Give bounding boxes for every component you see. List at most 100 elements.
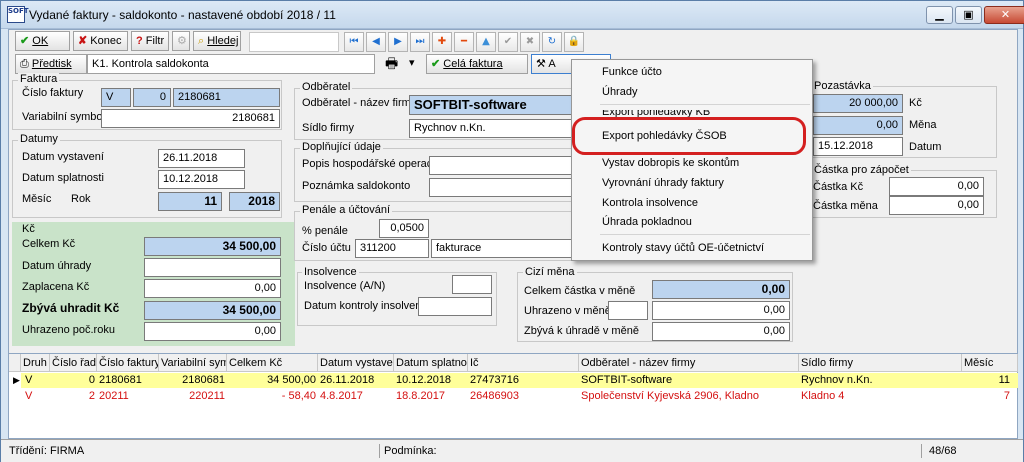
castka-kc-label: Částka Kč bbox=[813, 181, 864, 193]
add-record-icon[interactable]: ✚ bbox=[432, 32, 452, 52]
insolvence-legend: Insolvence bbox=[302, 266, 359, 278]
uhrazeno-v-mene-field[interactable]: 0,00 bbox=[652, 301, 790, 320]
menu-item-dobropis[interactable]: Vystav dobropis ke skontům bbox=[602, 157, 739, 169]
menu-item-uhrady[interactable]: Úhrady bbox=[602, 86, 637, 98]
grid-header[interactable]: Číslo řady bbox=[50, 354, 97, 372]
cela-faktura-label: Celá faktura bbox=[443, 58, 503, 70]
edit-up-icon[interactable]: ▲ bbox=[476, 32, 496, 52]
grid-header[interactable]: Sídlo firmy bbox=[799, 354, 962, 372]
disabled-tool-button[interactable]: ⚙ bbox=[172, 31, 190, 51]
zbyva-v-mene-field[interactable]: 0,00 bbox=[652, 322, 790, 341]
report-select[interactable]: K1. Kontrola saldokonta bbox=[87, 54, 375, 74]
exit-icon: ✘ bbox=[78, 35, 88, 47]
sidlo-firmy-label: Sídlo firmy bbox=[302, 122, 354, 134]
grid-cell: Společenství Kyjevská 2906, Kladno bbox=[581, 390, 759, 402]
menu-item-vyrovnani[interactable]: Vyrovnání úhrady faktury bbox=[602, 177, 724, 189]
minimize-button[interactable]: ▁ bbox=[926, 6, 953, 24]
menu-item-kontrola-insolvence[interactable]: Kontrola insolvence bbox=[602, 197, 698, 209]
next-record-icon[interactable]: ▶ bbox=[388, 32, 408, 52]
grid-header[interactable]: Ič bbox=[468, 354, 579, 372]
druh-field[interactable]: V bbox=[101, 88, 131, 107]
pozastavka-castka-field[interactable]: 20 000,00 bbox=[813, 94, 903, 113]
zaplacena-kc-field[interactable]: 0,00 bbox=[144, 279, 281, 298]
window-title: Vydané faktury - saldokonto - nastavené … bbox=[29, 8, 336, 22]
menu-item-funkce-ucto[interactable]: Funkce účto bbox=[602, 66, 662, 78]
pozastavka-datum-field[interactable]: 15.12.2018 bbox=[813, 137, 903, 156]
rada-field[interactable]: 0 bbox=[133, 88, 171, 107]
grid-cell: - 58,40 bbox=[281, 390, 316, 402]
row-selector-icon: ▶ bbox=[13, 375, 20, 385]
grid-header[interactable]: Druh bbox=[21, 354, 50, 372]
chevron-down-icon[interactable]: ▾ bbox=[405, 54, 421, 74]
hledej-button[interactable]: ⌕ Hledej bbox=[193, 31, 241, 51]
status-divider bbox=[379, 444, 380, 458]
grid-header[interactable]: Datum vystavení bbox=[318, 354, 394, 372]
grid-header[interactable]: Datum splatnosti bbox=[394, 354, 468, 372]
rok-field[interactable]: 2018 bbox=[229, 192, 280, 211]
celkem-kc-field[interactable]: 34 500,00 bbox=[144, 237, 281, 256]
datum-uhrady-field[interactable] bbox=[144, 258, 281, 277]
grid-cell: 4.8.2017 bbox=[320, 390, 363, 402]
cislo-faktury-field[interactable]: 2180681 bbox=[173, 88, 280, 107]
insolvence-an-field[interactable] bbox=[452, 275, 492, 294]
celkem-v-mene-field[interactable]: 0,00 bbox=[652, 280, 790, 299]
menu-item-uhrada-pokladnou[interactable]: Úhrada pokladnou bbox=[602, 216, 692, 228]
zbyva-uhradit-field[interactable]: 34 500,00 bbox=[144, 301, 281, 320]
uhrazeno-poc-roku-label: Uhrazeno poč.roku bbox=[22, 324, 115, 336]
search-icon: ⌕ bbox=[198, 35, 205, 47]
lock-icon[interactable]: 🔒 bbox=[564, 32, 584, 52]
delete-record-icon[interactable]: ━ bbox=[454, 32, 474, 52]
datum-kontroly-field[interactable] bbox=[418, 297, 492, 316]
datum-splatnosti-field[interactable]: 10.12.2018 bbox=[158, 170, 245, 189]
predtisk-button[interactable]: ⎙ Předtisk bbox=[15, 54, 87, 74]
grid-header[interactable]: Měsíc bbox=[962, 354, 1018, 372]
grid-cell: 20211 bbox=[99, 390, 129, 402]
ok-button[interactable]: ✔ OK bbox=[15, 31, 70, 51]
popis-field[interactable] bbox=[429, 156, 579, 175]
penale-field[interactable]: 0,0500 bbox=[379, 219, 429, 238]
refresh-icon[interactable]: ↻ bbox=[542, 32, 562, 52]
app-icon: SOFT bbox=[7, 6, 29, 23]
prev-record-icon[interactable]: ◀ bbox=[366, 32, 386, 52]
grid-header[interactable]: Číslo faktury bbox=[97, 354, 159, 372]
status-bar: Třídění: FIRMA Podmínka: 48/68 bbox=[1, 439, 1023, 462]
poznamka-label: Poznámka saldokonto bbox=[302, 180, 411, 192]
castka-mena-field[interactable]: 0,00 bbox=[889, 196, 984, 215]
toolbar-blank-field bbox=[249, 32, 339, 52]
confirm-icon[interactable]: ✔ bbox=[498, 32, 518, 52]
mesic-field[interactable]: 11 bbox=[158, 192, 222, 211]
datum-vystaveni-field[interactable]: 26.11.2018 bbox=[158, 149, 245, 168]
grid-cell: 10.12.2018 bbox=[396, 374, 452, 386]
maximize-button[interactable]: ▣ bbox=[955, 6, 982, 24]
odberatel-legend: Odběratel bbox=[300, 81, 353, 93]
last-record-icon[interactable]: ⏭ bbox=[410, 32, 430, 52]
grid-header[interactable]: Odběratel - název firmy bbox=[579, 354, 799, 372]
uhrazeno-mena-code-field[interactable] bbox=[608, 301, 648, 320]
odberatel-nazev-label: Odběratel - název firmy bbox=[302, 97, 417, 109]
zaplacena-kc-label: Zaplacena Kč bbox=[22, 281, 90, 293]
poznamka-field[interactable] bbox=[429, 178, 579, 197]
grid-header[interactable]: Variabilní symbol bbox=[159, 354, 227, 372]
cislo-uctu-field[interactable]: 311200 bbox=[355, 239, 429, 258]
grid-header[interactable]: Celkem Kč bbox=[227, 354, 318, 372]
menu-item-kontroly-uctu[interactable]: Kontroly stavy účtů OE-účetnictví bbox=[602, 242, 764, 254]
pozastavka-datum-label: Datum bbox=[909, 141, 942, 153]
grid-cell: 34 500,00 bbox=[267, 374, 316, 386]
castka-kc-field[interactable]: 0,00 bbox=[889, 177, 984, 196]
printer-icon[interactable]: 🖶 bbox=[381, 54, 403, 74]
sidlo-firmy-field[interactable]: Rychnov n.Kn. bbox=[409, 119, 579, 138]
close-button[interactable]: ✕ bbox=[984, 6, 1024, 24]
cela-faktura-button[interactable]: ✔ Celá faktura bbox=[426, 54, 528, 74]
uhrazeno-poc-roku-field[interactable]: 0,00 bbox=[144, 322, 281, 341]
konec-label: Konec bbox=[90, 35, 122, 47]
insolvence-an-label: Insolvence (A/N) bbox=[304, 280, 386, 292]
first-record-icon[interactable]: ⏮ bbox=[344, 32, 364, 52]
ucet-nazev-field[interactable]: fakturace bbox=[431, 239, 579, 258]
filtr-button[interactable]: ? Filtr bbox=[131, 31, 169, 51]
variabilni-symbol-field[interactable]: 2180681 bbox=[101, 109, 280, 128]
pozastavka-mena-field[interactable]: 0,00 bbox=[813, 116, 903, 135]
konec-button[interactable]: ✘ Konec bbox=[73, 31, 128, 51]
cancel-icon[interactable]: ✖ bbox=[520, 32, 540, 52]
odberatel-nazev-field[interactable]: SOFTBIT-software bbox=[409, 95, 579, 115]
print-preview-icon: ⎙ bbox=[20, 58, 29, 70]
